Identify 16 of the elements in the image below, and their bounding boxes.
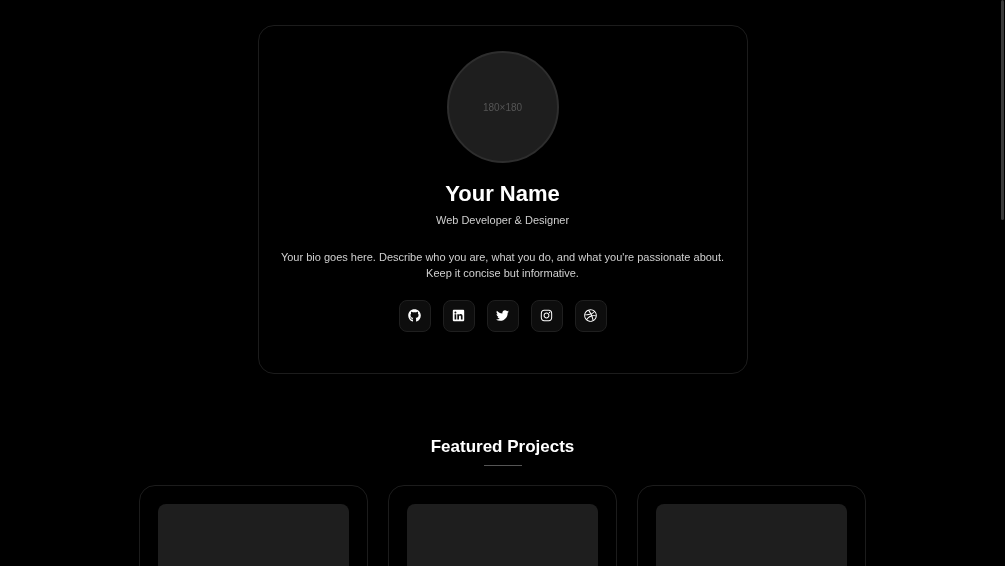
basketball-icon xyxy=(584,309,597,322)
social-link-button[interactable] xyxy=(442,299,475,332)
linkedin-icon xyxy=(452,309,465,322)
social-link-button[interactable] xyxy=(574,299,607,332)
social-link-button[interactable] xyxy=(486,299,519,332)
github-icon xyxy=(408,309,421,322)
title-underline xyxy=(483,465,522,466)
scrollbar-thumb[interactable] xyxy=(1001,0,1004,220)
profile-name: Your Name xyxy=(445,180,560,208)
profile-role: Web Developer & Designer xyxy=(435,213,570,228)
camera-icon xyxy=(540,309,553,322)
social-link-button[interactable] xyxy=(398,299,431,332)
social-link-button[interactable] xyxy=(530,299,563,332)
profile-bio: Your bio goes here. Describe who you are, what you do, and what you're passionate about. Keep it concise but informative. xyxy=(279,249,726,281)
bird-icon xyxy=(496,309,509,322)
section-title: Featured Projects xyxy=(430,436,575,458)
